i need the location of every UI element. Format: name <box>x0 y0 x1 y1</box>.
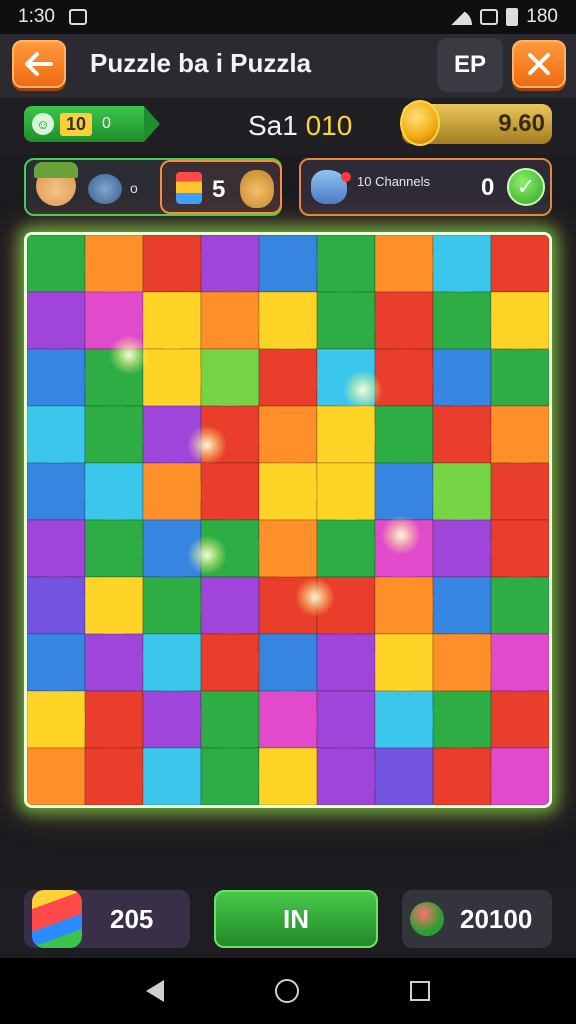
board-sheen <box>27 235 549 805</box>
gems-value: 20100 <box>460 904 533 934</box>
gems-button[interactable]: 20100 <box>402 890 552 948</box>
score-value: 010 <box>305 110 353 141</box>
check-icon[interactable]: ✓ <box>507 168 545 206</box>
globe-icon <box>88 174 122 204</box>
bag-icon <box>32 890 82 948</box>
channels-label: 10 Channels <box>357 174 430 189</box>
character-avatar <box>34 162 78 206</box>
puzzle-board[interactable] <box>24 232 552 808</box>
nav-home-icon[interactable] <box>274 979 299 1003</box>
close-icon <box>528 53 550 75</box>
clock: 1:30 <box>18 6 55 27</box>
bear-icon <box>240 170 274 208</box>
score-row: ☺ 10 0 Sa1 010 9.60 <box>0 98 576 154</box>
level-pill: ☺ 10 0 <box>24 106 160 142</box>
level-small: 0 <box>102 115 111 132</box>
wifi-icon <box>450 9 473 25</box>
channels-panel[interactable]: 10 Channels 0 ✓ <box>299 158 552 216</box>
inventory-value: 205 <box>110 904 154 934</box>
reward-count: 5 <box>212 176 226 203</box>
score-display: Sa1 010 <box>248 110 352 142</box>
battery-text: 180 <box>526 6 558 27</box>
cup-icon <box>176 172 202 204</box>
channels-value: 0 <box>481 174 495 201</box>
puzzle-grid[interactable] <box>27 235 549 805</box>
ep-button[interactable]: EP <box>437 38 503 92</box>
characters-panel: o 5 <box>24 158 282 216</box>
nav-back-icon[interactable] <box>145 980 164 1002</box>
top-header: Puzzle ba i Puzzla EP <box>0 34 576 98</box>
notification-icon <box>68 9 87 25</box>
page-title: Puzzle ba i Puzzla <box>90 48 312 78</box>
smile-icon: ☺ <box>32 113 54 135</box>
signal-icon <box>480 9 499 25</box>
status-bar: 1:30 180 <box>0 0 576 34</box>
level-value: 10 <box>60 112 93 136</box>
count-o: o <box>130 180 138 196</box>
play-button[interactable]: IN <box>214 890 378 948</box>
nav-recents-icon[interactable] <box>410 981 431 1001</box>
reward-panel[interactable]: 5 <box>160 160 282 214</box>
bottom-bar: 205 IN 20100 <box>0 886 576 958</box>
close-button[interactable] <box>512 40 566 88</box>
inventory-button[interactable]: 205 <box>24 890 190 948</box>
system-nav-bar <box>0 958 576 1024</box>
back-button[interactable] <box>12 40 66 88</box>
gem-icon <box>410 902 444 936</box>
score-prefix: Sa1 <box>248 110 298 141</box>
back-arrow-icon <box>25 52 53 76</box>
battery-icon <box>506 8 519 26</box>
coin-icon <box>400 100 440 146</box>
coin-value: 9.60 <box>498 110 545 137</box>
bird-icon <box>311 170 351 204</box>
